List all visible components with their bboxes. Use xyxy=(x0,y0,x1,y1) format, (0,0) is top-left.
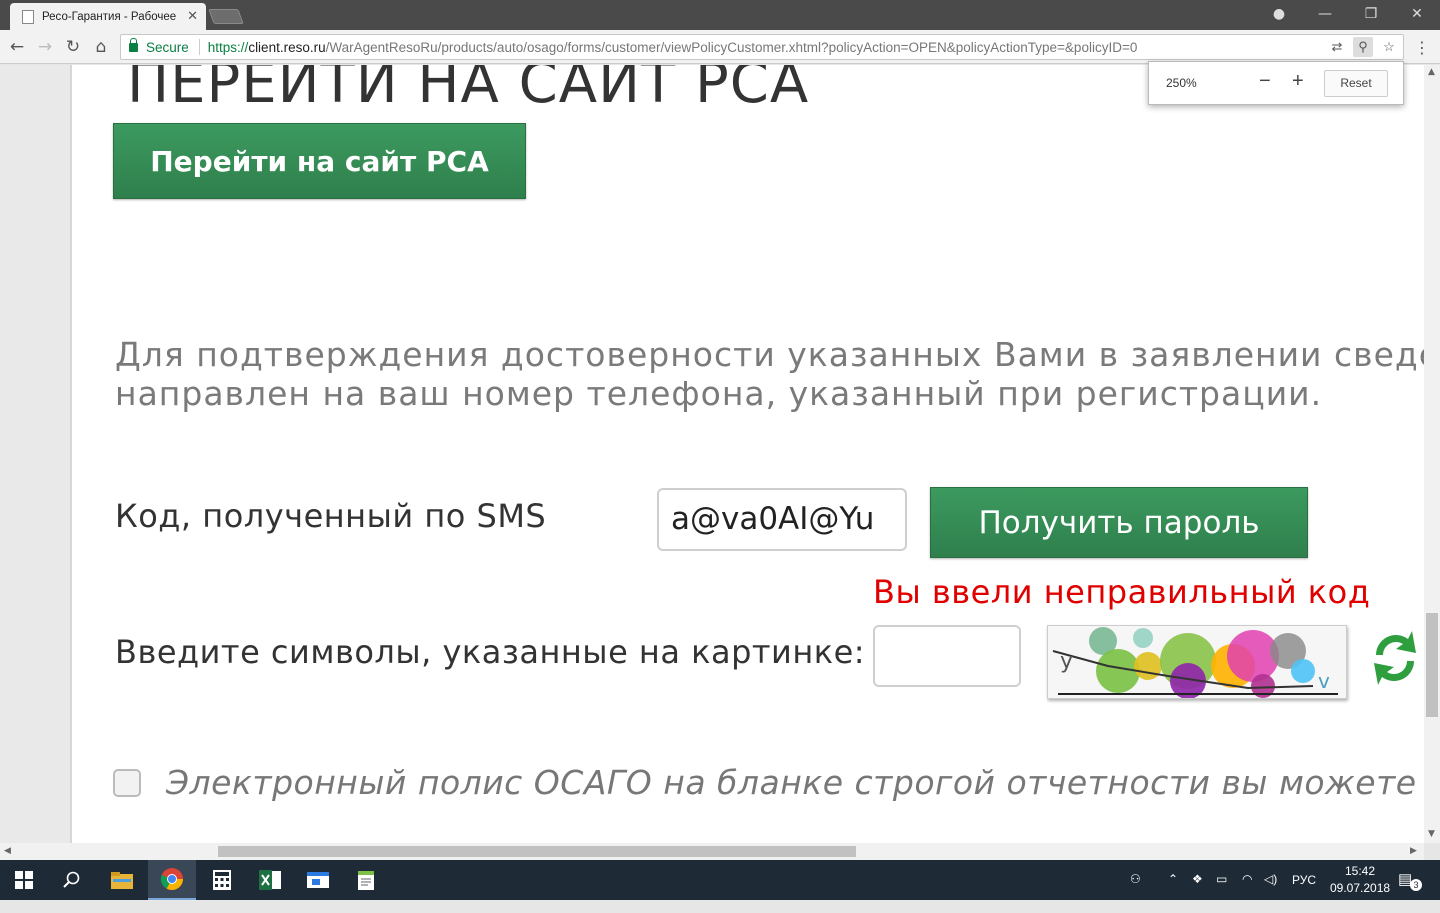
scroll-down-icon[interactable]: ▼ xyxy=(1428,829,1435,839)
browser-tab[interactable]: Ресо-Гарантия - Рабочее ✕ xyxy=(10,3,206,30)
page-heading: ПЕРЕЙТИ НА САЙТ РСА xyxy=(127,65,810,116)
taskbar: ⚇ ⌃ ❖ ▭ ◠ ◁) РУС 15:42 09.07.2018 ▤ 3 xyxy=(0,860,1440,900)
sms-code-input[interactable]: a@va0AI@Yu xyxy=(657,488,907,551)
lock-icon xyxy=(129,37,138,52)
chrome-icon[interactable] xyxy=(148,860,196,900)
translate-icon[interactable]: ⇄ xyxy=(1327,37,1347,57)
epolicy-text: Электронный полис ОСАГО на бланке строго… xyxy=(166,763,1424,802)
address-bar[interactable]: Secure https://client.reso.ru/WarAgentRe… xyxy=(120,34,1404,60)
notifications-icon[interactable]: ▤ 3 xyxy=(1398,870,1424,892)
profile-icon[interactable]: ● xyxy=(1256,0,1302,30)
battery-icon[interactable]: ▭ xyxy=(1216,872,1227,912)
zoom-reset-button[interactable]: Reset xyxy=(1324,70,1388,97)
url-host: client.reso.ru xyxy=(248,39,326,55)
epolicy-checkbox[interactable] xyxy=(113,769,141,797)
people-icon[interactable]: ⚇ xyxy=(1130,872,1141,912)
forward-icon[interactable]: → xyxy=(34,36,56,58)
bookmark-star-icon[interactable]: ☆ xyxy=(1379,37,1399,57)
zoom-popup: 250% − + Reset xyxy=(1148,61,1404,105)
start-button[interactable] xyxy=(0,860,48,900)
browser-toolbar: ← → ↻ ⌂ Secure https://client.reso.ru/Wa… xyxy=(0,30,1440,64)
sms-info-text: Для подтверждения достоверности указанны… xyxy=(115,335,1424,413)
scroll-up-icon[interactable]: ▲ xyxy=(1428,67,1435,77)
refresh-captcha-icon[interactable] xyxy=(1368,625,1422,689)
scroll-left-icon[interactable]: ◀ xyxy=(4,846,11,856)
captcha-image: y v xyxy=(1047,625,1347,699)
zoom-icon[interactable]: ⚲ xyxy=(1353,37,1373,57)
tab-close-icon[interactable]: ✕ xyxy=(187,9,198,24)
vertical-scrollbar[interactable]: ▲ ▼ xyxy=(1424,65,1440,843)
home-icon[interactable]: ⌂ xyxy=(90,36,112,58)
maximize-button[interactable]: ❐ xyxy=(1348,0,1394,30)
wifi-icon[interactable]: ◠ xyxy=(1242,872,1252,912)
notification-count: 3 xyxy=(1410,879,1422,891)
error-message: Вы ввели неправильный код xyxy=(873,573,1371,611)
file-explorer-icon[interactable] xyxy=(98,860,146,900)
page-content: ПЕРЕЙТИ НА САЙТ РСА Перейти на сайт РСА … xyxy=(70,65,1424,843)
tab-strip: Ресо-Гарантия - Рабочее ✕ ● — ❐ ✕ xyxy=(0,0,1440,30)
tab-title: Ресо-Гарантия - Рабочее xyxy=(42,10,177,23)
calculator-icon[interactable] xyxy=(198,860,246,900)
captcha-label: Введите символы, указанные на картинке: xyxy=(115,633,866,671)
window-app-icon[interactable] xyxy=(294,860,342,900)
zoom-out-button[interactable]: − xyxy=(1259,70,1271,93)
info-line-2: направлен на ваш номер телефона, указанн… xyxy=(115,374,1323,413)
get-password-button[interactable]: Получить пароль xyxy=(930,487,1308,558)
svg-text:y: y xyxy=(1060,649,1073,674)
clock-time: 15:42 xyxy=(1344,864,1376,878)
back-icon[interactable]: ← xyxy=(6,36,28,58)
notepad-icon[interactable] xyxy=(342,860,390,900)
scroll-right-icon[interactable]: ▶ xyxy=(1410,846,1417,856)
close-window-button[interactable]: ✕ xyxy=(1394,0,1440,30)
go-to-rsa-button[interactable]: Перейти на сайт РСА xyxy=(113,123,526,199)
language-indicator[interactable]: РУС xyxy=(1292,873,1316,913)
zoom-in-button[interactable]: + xyxy=(1292,70,1304,93)
browser-menu-icon[interactable]: ⋮ xyxy=(1414,38,1430,57)
url-path: /WarAgentResoRu/products/auto/osago/form… xyxy=(325,39,1138,55)
zoom-level: 250% xyxy=(1166,76,1197,90)
secure-label: Secure xyxy=(146,39,189,55)
page-viewport: ПЕРЕЙТИ НА САЙТ РСА Перейти на сайт РСА … xyxy=(0,65,1424,843)
tray-expand-icon[interactable]: ⌃ xyxy=(1168,872,1178,912)
url-scheme: https:// xyxy=(207,39,249,55)
captcha-input[interactable] xyxy=(873,625,1021,687)
volume-icon[interactable]: ◁) xyxy=(1264,872,1277,912)
clock[interactable]: 15:42 09.07.2018 xyxy=(1330,863,1390,903)
reload-icon[interactable]: ↻ xyxy=(62,36,84,58)
horizontal-scrollbar[interactable]: ◀ ▶ xyxy=(0,843,1424,860)
excel-icon[interactable] xyxy=(246,860,294,900)
sms-code-label: Код, полученный по SMS xyxy=(115,497,547,535)
minimize-button[interactable]: — xyxy=(1302,0,1348,30)
search-icon[interactable] xyxy=(48,860,96,900)
dropbox-icon[interactable]: ❖ xyxy=(1192,872,1203,912)
vertical-scroll-thumb[interactable] xyxy=(1426,613,1438,717)
address-separator xyxy=(198,39,200,55)
info-line-1: Для подтверждения достоверности указанны… xyxy=(115,335,1424,374)
svg-text:v: v xyxy=(1318,669,1330,693)
windows-icon xyxy=(15,871,33,889)
horizontal-scroll-thumb[interactable] xyxy=(218,846,856,857)
clock-date: 09.07.2018 xyxy=(1330,881,1391,895)
page-icon xyxy=(22,9,34,24)
new-tab-button[interactable] xyxy=(208,9,244,24)
